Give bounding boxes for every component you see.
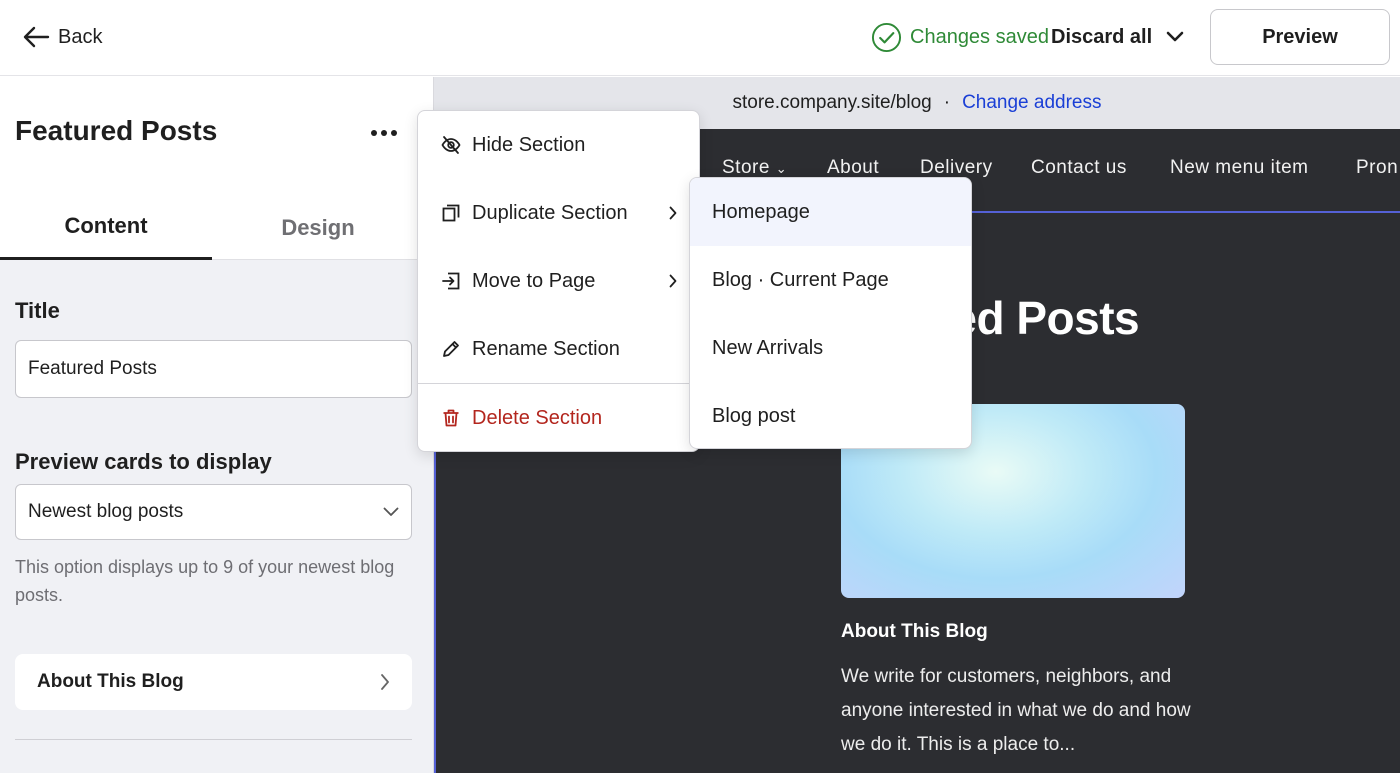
site-address: store.company.site/blog <box>732 92 932 113</box>
chevron-down-icon <box>1166 31 1184 42</box>
about-blog-label: About This Blog <box>37 671 184 692</box>
nav-item-delivery[interactable]: Delivery <box>920 157 993 179</box>
more-dot-icon <box>381 130 387 136</box>
menu-item-label: Move to Page <box>472 269 596 292</box>
menu-item-duplicate-section[interactable]: Duplicate Section <box>418 179 699 247</box>
preview-cards-helper: This option displays up to 9 of your new… <box>15 557 395 605</box>
nav-item-store[interactable]: Store ⌄ <box>722 157 787 179</box>
preview-cards-selected: Newest blog posts <box>28 501 184 522</box>
pencil-icon <box>440 338 462 360</box>
nav-item-about[interactable]: About <box>827 157 879 179</box>
trash-icon <box>440 407 462 429</box>
check-circle-icon <box>871 22 902 52</box>
more-options-button[interactable] <box>368 123 400 143</box>
top-bar: Back Changes saved Discard all Preview <box>0 0 1400 76</box>
sidebar-divider <box>15 739 412 740</box>
title-field-label: Title <box>15 298 60 323</box>
preview-cards-label: Preview cards to display <box>15 449 272 474</box>
menu-item-label: Delete Section <box>472 406 603 429</box>
menu-item-delete-section[interactable]: Delete Section <box>418 384 699 452</box>
menu-item-label: Duplicate Section <box>472 201 628 224</box>
section-title: Featured Posts <box>15 115 218 146</box>
tab-content[interactable]: Content <box>0 195 212 260</box>
tab-design[interactable]: Design <box>212 195 424 260</box>
chevron-down-icon: ⌄ <box>775 161 788 176</box>
nav-item-new-menu[interactable]: New menu item <box>1170 157 1309 179</box>
more-dot-icon <box>391 130 397 136</box>
move-to-page-icon <box>440 270 462 292</box>
submenu-item-homepage[interactable]: Homepage <box>690 178 971 246</box>
menu-item-move-to-page[interactable]: Move to Page <box>418 247 699 315</box>
duplicate-icon <box>440 202 462 224</box>
arrow-left-icon <box>23 26 50 48</box>
preview-cards-select[interactable]: Newest blog posts <box>15 484 412 540</box>
submenu-item-new-arrivals[interactable]: New Arrivals <box>690 314 971 382</box>
chevron-right-icon <box>669 274 677 288</box>
menu-item-rename-section[interactable]: Rename Section <box>418 315 699 383</box>
menu-item-label: Hide Section <box>472 133 586 156</box>
chevron-down-icon <box>383 507 399 516</box>
preview-button[interactable]: Preview <box>1210 9 1390 65</box>
change-address-link[interactable]: Change address <box>962 92 1101 114</box>
address-separator: · <box>943 92 951 113</box>
save-status: Changes saved <box>871 22 1049 52</box>
sidebar-header: Featured Posts Content Design <box>0 77 433 260</box>
section-editor-sidebar: Featured Posts Content Design Title Feat… <box>0 77 434 773</box>
more-dot-icon <box>371 130 377 136</box>
menu-item-hide-section[interactable]: Hide Section <box>418 111 699 179</box>
submenu-item-blog-current[interactable]: Blog · Current Page <box>690 246 971 314</box>
submenu-item-blog-post[interactable]: Blog post <box>690 382 971 448</box>
page-submenu: Homepage Blog · Current Page New Arrival… <box>689 177 972 449</box>
discard-all-button[interactable]: Discard all <box>1051 22 1184 52</box>
blog-card-excerpt: We write for customers, neighbors, and a… <box>841 666 1191 755</box>
nav-item-promo[interactable]: Pron <box>1356 157 1398 179</box>
discard-all-label: Discard all <box>1051 25 1153 48</box>
chevron-right-icon <box>381 674 389 690</box>
about-blog-row[interactable]: About This Blog <box>15 654 412 710</box>
chevron-right-icon <box>669 206 677 220</box>
back-label: Back <box>58 25 103 48</box>
back-button[interactable]: Back <box>22 22 102 52</box>
title-input[interactable]: Featured Posts <box>15 340 412 398</box>
nav-item-contact[interactable]: Contact us <box>1031 157 1127 179</box>
nav-item-label: Store <box>722 157 770 178</box>
save-status-label: Changes saved <box>910 25 1049 48</box>
blog-card-title[interactable]: About This Blog <box>841 621 988 643</box>
menu-item-label: Rename Section <box>472 337 620 360</box>
eye-off-icon <box>440 134 462 156</box>
section-context-menu: Hide Section Duplicate Section Move to P… <box>417 110 700 452</box>
editor-tabs: Content Design <box>0 195 433 260</box>
